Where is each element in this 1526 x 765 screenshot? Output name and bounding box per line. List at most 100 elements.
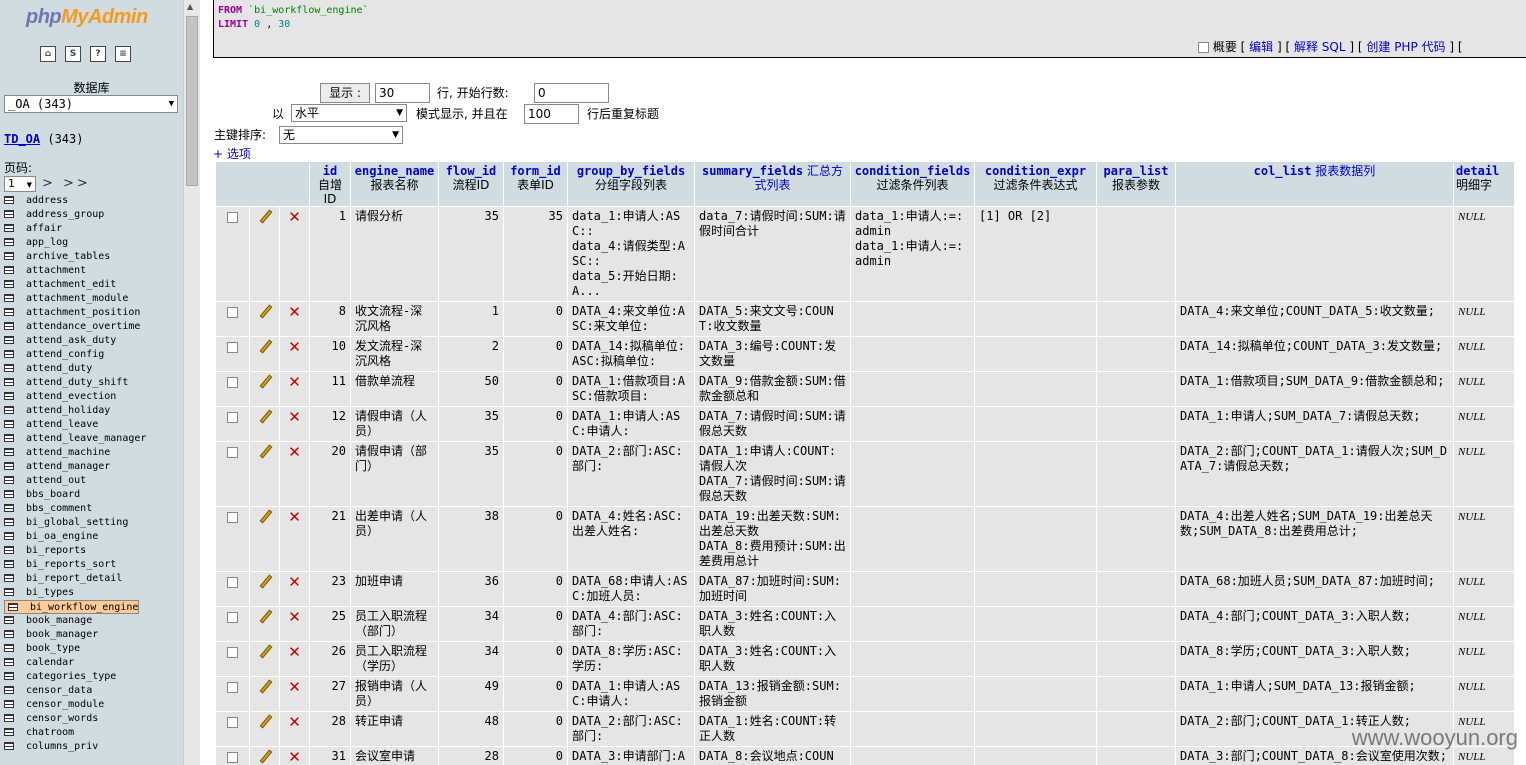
cell-expr[interactable] bbox=[975, 407, 1096, 441]
table-link[interactable]: censor_module bbox=[26, 699, 104, 710]
cell-cond[interactable] bbox=[851, 507, 974, 571]
cell-para[interactable] bbox=[1097, 712, 1175, 746]
browse-table-icon[interactable] bbox=[4, 560, 14, 568]
cell-form[interactable]: 0 bbox=[504, 677, 567, 711]
edit-pencil-icon[interactable] bbox=[258, 680, 272, 694]
cell-flow[interactable]: 48 bbox=[439, 712, 503, 746]
header-flow-id[interactable]: flow_id 流程ID bbox=[439, 162, 503, 206]
cell-summary[interactable]: DATA_19:出差天数:SUM:出差总天数 DATA_8:费用预计:SUM:出… bbox=[695, 507, 850, 571]
table-list-item[interactable]: bi_reports_sort bbox=[4, 558, 180, 572]
edit-pencil-icon[interactable] bbox=[258, 410, 272, 424]
browse-table-icon[interactable] bbox=[4, 728, 14, 736]
cell-detail[interactable]: NULL bbox=[1454, 372, 1514, 406]
delete-x-icon[interactable]: ✕ bbox=[288, 748, 301, 765]
scrollbar-thumb[interactable] bbox=[186, 16, 198, 186]
cell-id[interactable]: 10 bbox=[310, 337, 350, 371]
table-link[interactable]: attachment_module bbox=[26, 293, 128, 304]
table-list-item[interactable]: book_manager bbox=[4, 628, 180, 642]
edit-pencil-icon[interactable] bbox=[258, 715, 272, 729]
browse-table-icon[interactable] bbox=[4, 476, 14, 484]
table-link[interactable]: attend_leave bbox=[26, 419, 98, 430]
table-link[interactable]: attend_duty_shift bbox=[26, 377, 128, 388]
cell-form[interactable]: 0 bbox=[504, 607, 567, 641]
table-link[interactable]: affair bbox=[26, 223, 62, 234]
header-group-by-fields[interactable]: group_by_fields 分组字段列表 bbox=[568, 162, 694, 206]
table-link[interactable]: bi_types bbox=[26, 587, 74, 598]
row-checkbox[interactable] bbox=[227, 612, 238, 623]
cell-flow[interactable]: 28 bbox=[439, 747, 503, 765]
browse-table-icon[interactable] bbox=[4, 294, 14, 302]
cell-form[interactable]: 35 bbox=[504, 207, 567, 301]
cell-expr[interactable] bbox=[975, 642, 1096, 676]
table-list-item[interactable]: bbs_comment bbox=[4, 502, 180, 516]
cell-group[interactable]: DATA_14:拟稿单位:ASC:拟稿单位: bbox=[568, 337, 694, 371]
cell-cond[interactable] bbox=[851, 572, 974, 606]
cell-para[interactable] bbox=[1097, 302, 1175, 336]
explain-sql-link[interactable]: 解释 SQL bbox=[1294, 40, 1346, 54]
row-checkbox[interactable] bbox=[227, 752, 238, 763]
table-link[interactable]: bi_workflow_engine bbox=[30, 602, 138, 613]
table-list-item[interactable]: affair bbox=[4, 222, 180, 236]
cell-summary[interactable]: DATA_7:请假时间:SUM:请假总天数 bbox=[695, 407, 850, 441]
delete-x-icon[interactable]: ✕ bbox=[288, 508, 301, 526]
cell-flow[interactable]: 49 bbox=[439, 677, 503, 711]
header-col-list[interactable]: col_list 报表数据列 bbox=[1176, 162, 1453, 206]
row-checkbox[interactable] bbox=[227, 212, 238, 223]
cell-flow[interactable]: 50 bbox=[439, 372, 503, 406]
edit-pencil-icon[interactable] bbox=[258, 510, 272, 524]
cell-para[interactable] bbox=[1097, 507, 1175, 571]
cell-summary[interactable]: DATA_13:报销金额:SUM:报销金额 bbox=[695, 677, 850, 711]
cell-cond[interactable] bbox=[851, 712, 974, 746]
table-list-item[interactable]: attend_holiday bbox=[4, 404, 180, 418]
browse-table-icon[interactable] bbox=[4, 280, 14, 288]
browse-table-icon[interactable] bbox=[4, 238, 14, 246]
cell-form[interactable]: 0 bbox=[504, 372, 567, 406]
table-list-item[interactable]: archive_tables bbox=[4, 250, 180, 264]
delete-x-icon[interactable]: ✕ bbox=[288, 338, 301, 356]
browse-table-icon[interactable] bbox=[4, 308, 14, 316]
cell-name[interactable]: 会议室申请 bbox=[351, 747, 438, 765]
browse-table-icon[interactable] bbox=[4, 252, 14, 260]
cell-expr[interactable] bbox=[975, 442, 1096, 506]
table-link[interactable]: attend_evection bbox=[26, 391, 116, 402]
create-php-code-link[interactable]: 创建 PHP 代码 bbox=[1366, 40, 1445, 54]
cell-name[interactable]: 发文流程-深沉风格 bbox=[351, 337, 438, 371]
cell-cond[interactable] bbox=[851, 677, 974, 711]
browse-table-icon[interactable] bbox=[8, 603, 18, 611]
edit-pencil-icon[interactable] bbox=[258, 375, 272, 389]
browse-table-icon[interactable] bbox=[4, 742, 14, 750]
cell-name[interactable]: 请假分析 bbox=[351, 207, 438, 301]
cell-flow[interactable]: 1 bbox=[439, 302, 503, 336]
delete-x-icon[interactable]: ✕ bbox=[288, 408, 301, 426]
cell-detail[interactable]: NULL bbox=[1454, 302, 1514, 336]
table-list-item[interactable]: bi_oa_engine bbox=[4, 530, 180, 544]
browse-table-icon[interactable] bbox=[4, 266, 14, 274]
cell-para[interactable] bbox=[1097, 572, 1175, 606]
header-detail[interactable]: detail 明细字 bbox=[1454, 162, 1514, 206]
cell-group[interactable]: data_1:申请人:ASC:: data_4:请假类型:ASC:: data_… bbox=[568, 207, 694, 301]
table-list-item[interactable]: censor_words bbox=[4, 712, 180, 726]
cell-cond[interactable]: data_1:申请人:=:admin data_1:申请人:=:admin bbox=[851, 207, 974, 301]
cell-group[interactable]: DATA_68:申请人:ASC:加班人员: bbox=[568, 572, 694, 606]
cell-id[interactable]: 25 bbox=[310, 607, 350, 641]
primary-key-sort-select[interactable]: 无 ▼ bbox=[279, 126, 403, 144]
cell-cols[interactable]: DATA_8:学历;COUNT_DATA_3:入职人数; bbox=[1176, 642, 1453, 676]
cell-flow[interactable]: 35 bbox=[439, 442, 503, 506]
table-list-item[interactable]: attend_ask_duty bbox=[4, 334, 180, 348]
cell-id[interactable]: 21 bbox=[310, 507, 350, 571]
browse-table-icon[interactable] bbox=[4, 196, 14, 204]
header-condition-expr[interactable]: condition_expr 过滤条件表达式 bbox=[975, 162, 1096, 206]
cell-expr[interactable] bbox=[975, 712, 1096, 746]
cell-id[interactable]: 23 bbox=[310, 572, 350, 606]
table-link[interactable]: attendance_overtime bbox=[26, 321, 140, 332]
cell-id[interactable]: 28 bbox=[310, 712, 350, 746]
cell-flow[interactable]: 38 bbox=[439, 507, 503, 571]
edit-pencil-icon[interactable] bbox=[258, 340, 272, 354]
cell-summary[interactable]: DATA_1:姓名:COUNT:转正人数 bbox=[695, 712, 850, 746]
table-link[interactable]: attend_leave_manager bbox=[26, 433, 146, 444]
browse-table-icon[interactable] bbox=[4, 574, 14, 582]
cell-cond[interactable] bbox=[851, 302, 974, 336]
cell-para[interactable] bbox=[1097, 442, 1175, 506]
cell-detail[interactable]: NULL bbox=[1454, 337, 1514, 371]
cell-name[interactable]: 出差申请（人员） bbox=[351, 507, 438, 571]
